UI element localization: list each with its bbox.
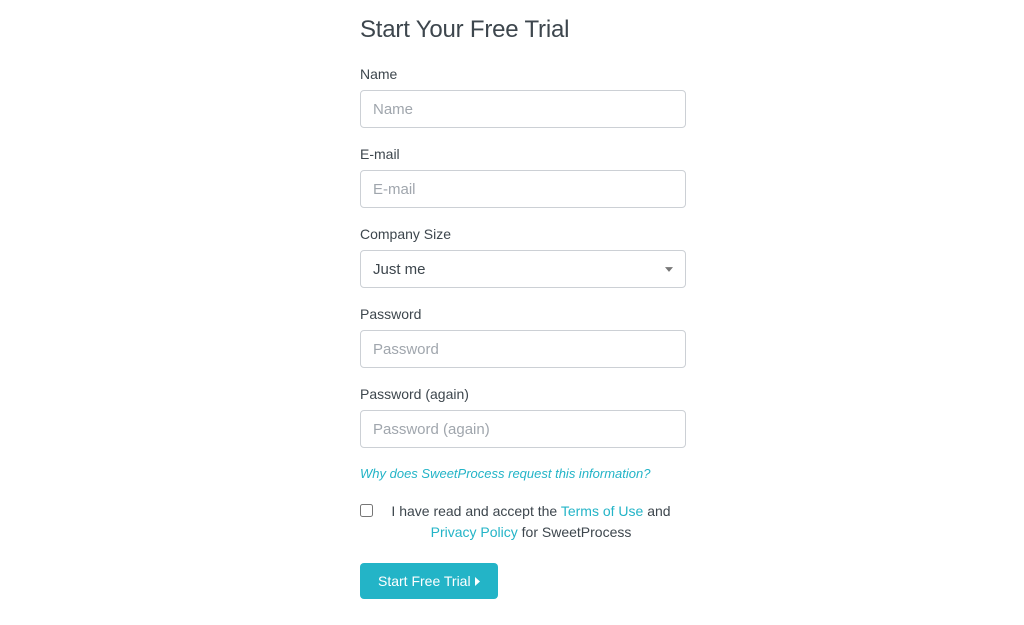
name-group: Name (360, 66, 700, 128)
password-again-label: Password (again) (360, 386, 700, 402)
consent-text: I have read and accept the Terms of Use … (381, 501, 681, 543)
password-input[interactable] (360, 330, 686, 368)
company-size-group: Company Size Just me (360, 226, 700, 288)
consent-row: I have read and accept the Terms of Use … (360, 501, 700, 543)
signup-form-container: Start Your Free Trial Name E-mail Compan… (360, 0, 700, 599)
password-again-group: Password (again) (360, 386, 700, 448)
consent-suffix: for SweetProcess (518, 524, 632, 540)
name-input[interactable] (360, 90, 686, 128)
consent-prefix: I have read and accept the (391, 503, 560, 519)
email-input[interactable] (360, 170, 686, 208)
privacy-link[interactable]: Privacy Policy (431, 524, 518, 540)
email-label: E-mail (360, 146, 700, 162)
email-group: E-mail (360, 146, 700, 208)
company-size-label: Company Size (360, 226, 700, 242)
caret-right-icon (475, 573, 480, 589)
company-size-select[interactable]: Just me (360, 250, 686, 288)
terms-link[interactable]: Terms of Use (561, 503, 643, 519)
password-label: Password (360, 306, 700, 322)
name-label: Name (360, 66, 700, 82)
password-group: Password (360, 306, 700, 368)
submit-label: Start Free Trial (378, 573, 471, 589)
page-title: Start Your Free Trial (360, 16, 700, 44)
password-again-input[interactable] (360, 410, 686, 448)
consent-checkbox[interactable] (360, 504, 373, 517)
start-free-trial-button[interactable]: Start Free Trial (360, 563, 498, 599)
consent-mid: and (643, 503, 670, 519)
info-link[interactable]: Why does SweetProcess request this infor… (360, 466, 700, 481)
